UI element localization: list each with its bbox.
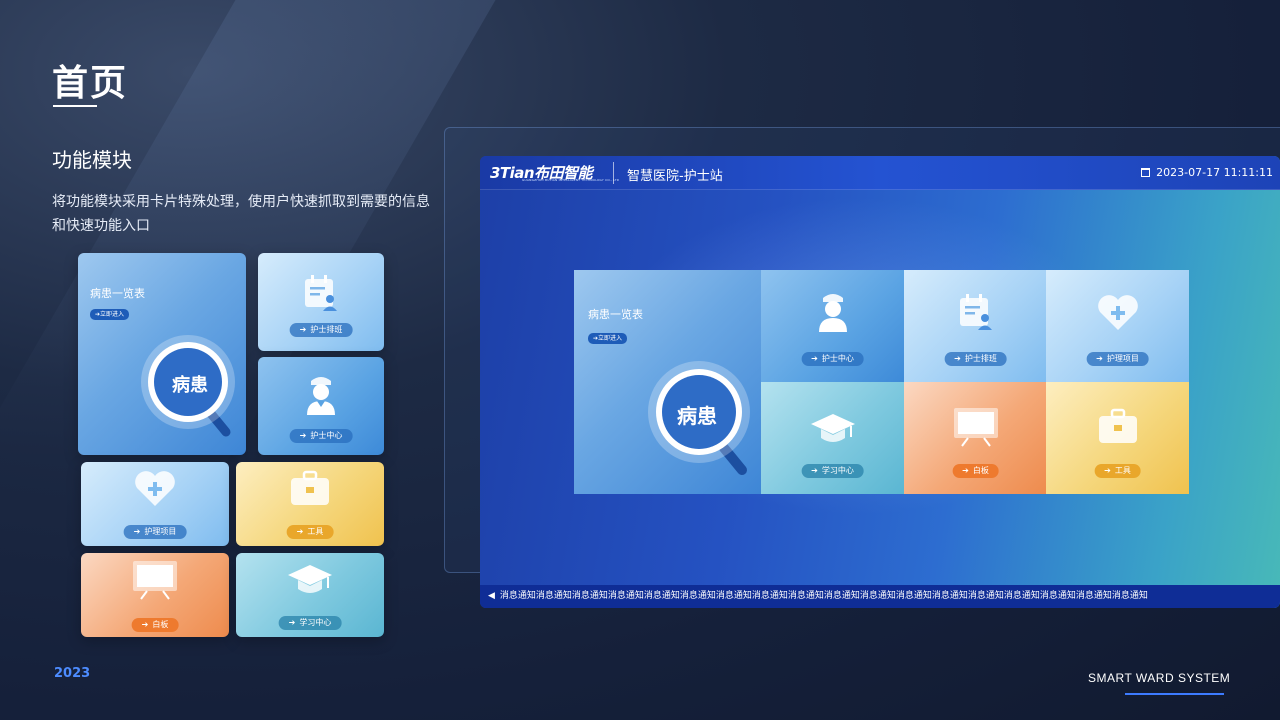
station-title: 智慧医院-护士站 (627, 169, 723, 184)
learning-center-button[interactable]: ➔ 学习中心 (801, 464, 864, 478)
nurse-station-screen: 3Tian布田智能 GUANGZHOU BUTIAN INTELLIGENT T… (480, 156, 1280, 608)
screen-topbar: 3Tian布田智能 GUANGZHOU BUTIAN INTELLIGENT T… (480, 156, 1280, 190)
card-title: 病患一览表 (90, 287, 145, 300)
speaker-icon: ◀ (488, 591, 495, 601)
nurse-center-button[interactable]: ➔ 护士中心 (801, 352, 864, 366)
page-title: 首页 (52, 63, 129, 104)
enter-button[interactable]: ➔立即进入 (90, 309, 130, 320)
heart-plus-icon (1097, 295, 1138, 330)
section-title: 功能模块 (52, 148, 132, 172)
card-learning-center[interactable]: ➔ 学习中心 (236, 553, 384, 637)
nurse-schedule-button[interactable]: ➔ 护士排班 (289, 323, 353, 337)
magnifier-badge-text: 病患 (677, 404, 717, 428)
nurse-icon (818, 294, 847, 332)
card-nursing-items[interactable]: ➔ 护理项目 (81, 462, 229, 546)
tile-nursing-items[interactable]: ➔ 护理项目 (1046, 270, 1189, 382)
title-underline (53, 105, 97, 107)
nursing-items-button[interactable]: ➔ 护理项目 (1086, 352, 1149, 366)
whiteboard-icon (953, 408, 998, 447)
calendar-person-icon (305, 275, 337, 311)
company-logo-subtitle: GUANGZHOU BUTIAN INTELLIGENT TECHNOLOGY … (522, 178, 620, 182)
whiteboard-button[interactable]: ➔ 白板 (131, 618, 179, 632)
card-nurse-center[interactable]: ➔ 护士中心 (258, 357, 384, 455)
whiteboard-icon (133, 561, 177, 600)
graduation-cap-icon (288, 565, 332, 593)
card-patients-list[interactable]: 病患一览表 ➔立即进入 病患 (78, 253, 246, 455)
tile-title: 病患一览表 (588, 308, 643, 321)
enter-button[interactable]: ➔立即进入 (588, 333, 628, 344)
brand-underline (1125, 693, 1224, 695)
heart-plus-icon (135, 471, 175, 506)
notification-ticker: ◀ 消息通知消息通知消息通知消息通知消息通知消息通知消息通知消息通知消息通知消息通… (480, 585, 1280, 608)
tile-nurse-schedule[interactable]: ➔ 护士排班 (904, 270, 1047, 382)
year-label: 2023 (54, 666, 91, 681)
nurse-center-button[interactable]: ➔ 护士中心 (289, 429, 353, 443)
ticker-text: 消息通知消息通知消息通知消息通知消息通知消息通知消息通知消息通知消息通知消息通知… (499, 591, 1148, 601)
module-grid: 病患一览表 ➔立即进入 病患 ➔ 护士中心 ➔ 护士排班 ➔ 护理项目 ➔ 学习… (574, 270, 1189, 494)
learning-center-button[interactable]: ➔ 学习中心 (278, 616, 342, 630)
card-nurse-schedule[interactable]: ➔ 护士排班 (258, 253, 384, 351)
tile-patients-list[interactable]: 病患一览表 ➔立即进入 病患 (574, 270, 761, 494)
card-tools[interactable]: ➔ 工具 (236, 462, 384, 546)
toolbox-icon (1098, 408, 1137, 443)
tools-button[interactable]: ➔ 工具 (1094, 464, 1141, 478)
graduation-cap-icon (810, 414, 855, 442)
tile-whiteboard[interactable]: ➔ 白板 (904, 382, 1047, 494)
tile-learning-center[interactable]: ➔ 学习中心 (761, 382, 904, 494)
calendar-person-icon (959, 294, 992, 330)
toolbox-icon (291, 470, 329, 505)
magnifier-badge-text: 病患 (172, 375, 208, 396)
topbar-divider (613, 162, 614, 184)
datetime-display: 2023-07-17 11:11:11 (1141, 166, 1273, 179)
brand-footer: SMART WARD SYSTEM (1088, 671, 1231, 685)
nursing-items-button[interactable]: ➔ 护理项目 (123, 525, 187, 539)
card-whiteboard[interactable]: ➔ 白板 (81, 553, 229, 637)
section-description: 将功能模块采用卡片特殊处理，使用户快速抓取到需要的信息和快速功能入口 (52, 194, 430, 234)
calendar-icon (1141, 168, 1151, 177)
whiteboard-button[interactable]: ➔ 白板 (952, 464, 999, 478)
tools-button[interactable]: ➔ 工具 (286, 525, 334, 539)
nurse-icon (307, 377, 335, 415)
tile-nurse-center[interactable]: ➔ 护士中心 (761, 270, 904, 382)
tile-tools[interactable]: ➔ 工具 (1046, 382, 1189, 494)
nurse-schedule-button[interactable]: ➔ 护士排班 (944, 352, 1007, 366)
